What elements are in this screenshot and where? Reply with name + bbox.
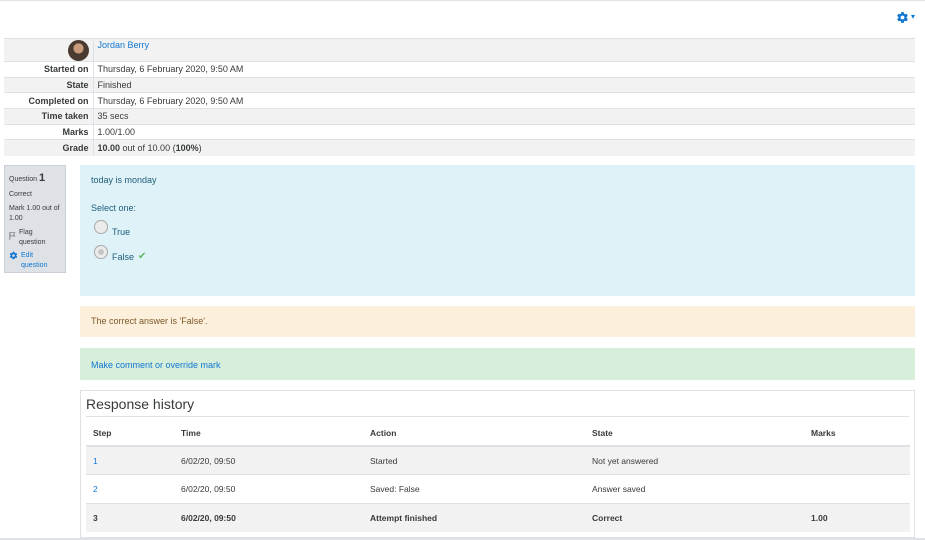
step-link[interactable]: 2: [93, 484, 98, 494]
summary-row: Started on Thursday, 6 February 2020, 9:5…: [4, 61, 915, 78]
answer-option-true[interactable]: True: [94, 217, 904, 237]
radio-false[interactable]: [94, 244, 108, 259]
summary-row: Marks 1.00/1.00: [4, 123, 915, 140]
answer-label: True: [112, 227, 131, 237]
answer-prompt: Select one:: [91, 203, 137, 213]
question-info-panel: Question 1 Correct Mark 1.00 out of 1.00…: [4, 165, 66, 273]
column-header: Action: [363, 420, 585, 447]
radio-true[interactable]: [94, 220, 108, 234]
question-state: Correct: [9, 191, 32, 199]
grade-value: 10.00 out of 10.00 (100%): [93, 139, 915, 156]
summary-row-grade: Grade 10.00 out of 10.00 (100%): [4, 139, 915, 156]
gear-icon: [9, 251, 18, 264]
grade-percent: 100%: [175, 143, 199, 154]
table-cell: 1.00: [804, 502, 910, 533]
summary-label: State: [4, 76, 94, 93]
table-cell: Correct: [585, 502, 804, 533]
summary-value: 1.00/1.00: [93, 123, 915, 140]
comment-panel: Make comment or override mark: [80, 348, 915, 380]
avatar[interactable]: [67, 39, 89, 61]
table-row: 2 6/02/20, 09:50 Saved: False Answer sav…: [86, 474, 910, 504]
table-cell: Started: [363, 445, 585, 475]
table-cell: Attempt finished: [363, 502, 585, 533]
flag-label: Flag question: [19, 228, 46, 246]
question-number: Question 1: [9, 172, 46, 184]
table-row-current: 3 6/02/20, 09:50 Attempt finished Correc…: [86, 502, 910, 533]
flag-question-toggle[interactable]: Flag question: [9, 228, 61, 248]
table-cell: Answer saved: [585, 474, 804, 504]
column-header: Time: [174, 420, 363, 447]
response-history-table: Step Time Action State Marks 1 6/02/20, …: [86, 420, 910, 533]
flag-icon: [9, 231, 16, 244]
summary-value: Finished: [93, 76, 915, 93]
table-cell: Saved: False: [363, 474, 585, 504]
table-header-row: Step Time Action State Marks: [86, 420, 910, 447]
user-name-link[interactable]: Jordan Berry: [98, 40, 150, 50]
edit-question-label: Edit question: [21, 252, 48, 270]
summary-label: Time taken: [4, 108, 94, 125]
summary-row: State Finished: [4, 76, 915, 93]
table-cell: Not yet answered: [585, 445, 804, 475]
table-row: 1 6/02/20, 09:50 Started Not yet answere…: [86, 445, 910, 475]
grade-end: ): [198, 143, 202, 154]
summary-row-user: Jordan Berry: [4, 38, 915, 62]
attempt-summary-table: Jordan Berry Started on Thursday, 6 Febru…: [4, 38, 915, 156]
summary-label: Grade: [4, 139, 94, 156]
table-cell: 3: [86, 502, 174, 533]
summary-value: Thursday, 6 February 2020, 9:50 AM: [93, 92, 915, 109]
step-link[interactable]: 1: [93, 456, 98, 466]
question-text: today is monday: [91, 175, 157, 185]
column-header: Marks: [804, 420, 910, 447]
summary-value: 35 secs: [93, 108, 915, 125]
column-header: Step: [86, 420, 174, 447]
grade-middle: out of 10.00 (: [120, 143, 176, 154]
response-history-panel: Response history Step Time Action State …: [80, 390, 915, 538]
answer-label: False: [112, 251, 135, 262]
avatar-cell: [4, 38, 94, 62]
summary-value: Thursday, 6 February 2020, 9:50 AM: [93, 61, 915, 78]
column-header: State: [585, 420, 804, 447]
summary-row: Time taken 35 secs: [4, 108, 915, 125]
table-cell: 6/02/20, 09:50: [174, 502, 363, 533]
edit-question-link[interactable]: Edit question: [9, 251, 61, 271]
answer-option-false[interactable]: False ✔: [94, 241, 904, 262]
table-cell: [804, 474, 910, 504]
chevron-down-icon: ▾: [911, 12, 916, 21]
summary-label: Started on: [4, 61, 94, 78]
top-divider: [0, 0, 925, 1]
grade-score: 10.00: [97, 143, 121, 154]
comment-override-link[interactable]: Make comment or override mark: [91, 360, 221, 370]
correct-answer-text: The correct answer is 'False'.: [91, 316, 208, 326]
table-cell: 6/02/20, 09:50: [174, 474, 363, 504]
question-formulation: today is monday Select one: True False ✔: [80, 165, 915, 296]
summary-label: Completed on: [4, 92, 94, 109]
question-mark: Mark 1.00 out of 1.00: [9, 205, 60, 222]
settings-menu[interactable]: ▾: [896, 9, 918, 25]
summary-row: Completed on Thursday, 6 February 2020, 9…: [4, 92, 915, 109]
response-history-title: Response history: [86, 396, 909, 417]
feedback-panel: The correct answer is 'False'.: [80, 306, 915, 337]
gear-icon: [896, 11, 909, 24]
check-icon: ✔: [138, 251, 147, 262]
table-cell: 6/02/20, 09:50: [174, 445, 363, 475]
table-cell: [804, 445, 910, 475]
summary-label: Marks: [4, 123, 94, 140]
